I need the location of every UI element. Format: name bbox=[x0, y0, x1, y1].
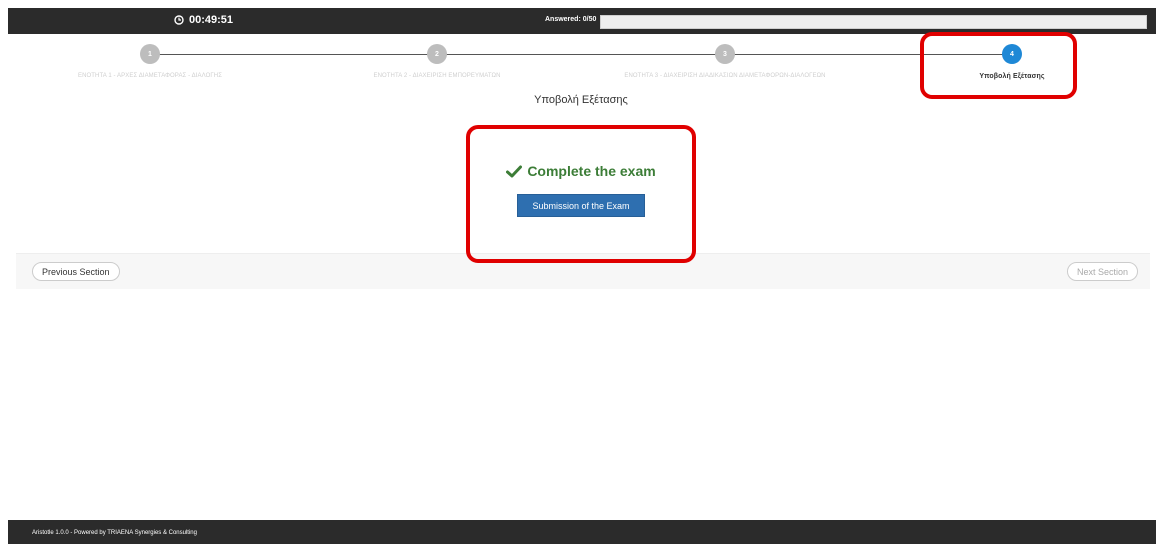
exam-page: 00:49:51 Answered: 0/50 1 ΕΝΟΤΗΤΑ 1 - ΑΡ… bbox=[0, 0, 1162, 544]
answered-progress-bar bbox=[600, 15, 1147, 29]
annotation-highlight-step bbox=[920, 32, 1077, 99]
next-section-button[interactable]: Next Section bbox=[1066, 262, 1138, 281]
step-number-badge[interactable]: 2 bbox=[427, 44, 447, 64]
exam-timer: 00:49:51 bbox=[174, 14, 233, 26]
step-number-badge[interactable]: 1 bbox=[140, 44, 160, 64]
footer: Aristotle 1.0.0 - Powered by TRIAENA Syn… bbox=[8, 520, 1156, 544]
step-number-badge[interactable]: 3 bbox=[715, 44, 735, 64]
timer-value: 00:49:51 bbox=[189, 14, 234, 26]
footer-text: Aristotle 1.0.0 - Powered by TRIAENA Syn… bbox=[32, 530, 197, 536]
top-bar: 00:49:51 Answered: 0/50 bbox=[8, 8, 1156, 34]
clock-icon bbox=[174, 15, 184, 25]
step-label: ΕΝΟΤΗΤΑ 2 - ΔΙΑΧΕΙΡΙΣΗ ΕΜΠΟΡΕΥΜΑΤΩΝ bbox=[373, 73, 501, 79]
wizard-connector-line bbox=[150, 54, 1016, 55]
step-label: ΕΝΟΤΗΤΑ 1 - ΑΡΧΕΣ ΔΙΑΜΕΤΑΦΟΡΑΣ - ΔΙΑΛΟΓΗ… bbox=[77, 73, 223, 79]
previous-section-button[interactable]: Previous Section bbox=[32, 262, 120, 281]
answered-count: Answered: 0/50 bbox=[545, 16, 597, 23]
step-label: ΕΝΟΤΗΤΑ 3 - ΔΙΑΧΕΙΡΙΣΗ ΔΙΑΔΙΚΑΣΙΩΝ ΔΙΑΜΕ… bbox=[624, 73, 826, 79]
annotation-highlight-submit bbox=[466, 125, 696, 263]
